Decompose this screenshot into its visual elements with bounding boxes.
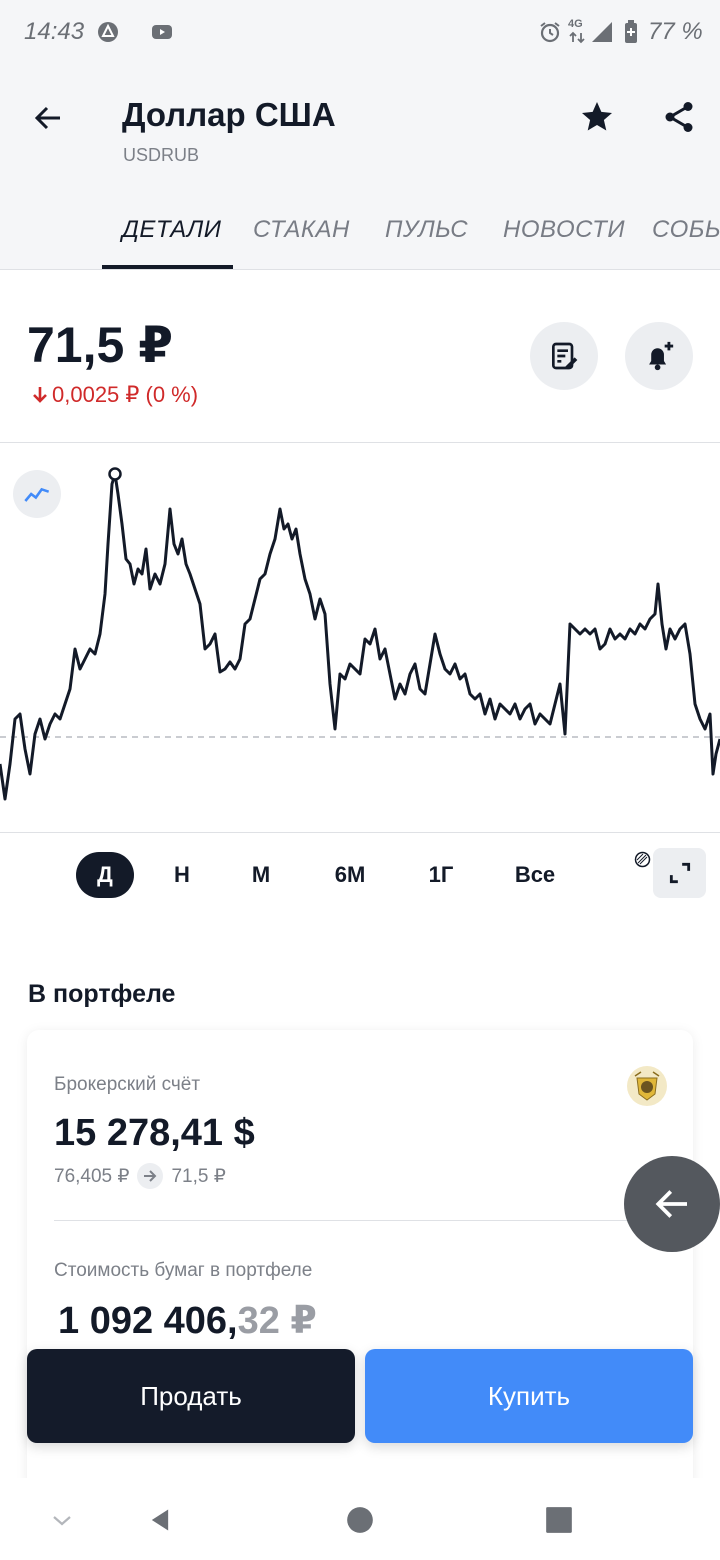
nav-home-button[interactable]: [338, 1498, 382, 1542]
bank-logo-icon: [627, 1066, 667, 1106]
page-title: Доллар США: [122, 96, 336, 133]
back-button[interactable]: [22, 92, 74, 144]
period-6m[interactable]: 6М: [322, 852, 378, 898]
share-button[interactable]: [652, 90, 706, 144]
nav-recents-button[interactable]: [537, 1498, 581, 1542]
chart-divider: [0, 832, 720, 833]
tab-bar: ДЕТАЛИ СТАКАН ПУЛЬС НОВОСТИ СОБЫ: [0, 208, 720, 270]
period-day[interactable]: Д: [76, 852, 134, 898]
arrow-down-icon: [33, 387, 47, 403]
system-nav-bar: [0, 1478, 720, 1560]
circle-home-icon: [347, 1507, 373, 1533]
securities-value-fraction: 32 ₽: [237, 1300, 317, 1342]
tab-pulse[interactable]: ПУЛЬС: [385, 216, 468, 244]
portfolio-section-title: В портфеле: [28, 980, 176, 1008]
arrow-left-icon: [655, 1190, 687, 1218]
securities-label: Стоимость бумаг в портфеле: [54, 1260, 313, 1281]
chevron-down-icon: [53, 1516, 71, 1526]
buy-button[interactable]: Купить: [365, 1349, 693, 1443]
tab-details[interactable]: ДЕТАЛИ: [122, 216, 221, 244]
price-chart[interactable]: [0, 444, 720, 832]
favorite-button[interactable]: [570, 90, 624, 144]
signal-icon: [590, 20, 614, 44]
tab-events[interactable]: СОБЫ: [652, 216, 720, 244]
line-chart-icon: [24, 487, 50, 502]
autofill-icon: [96, 20, 120, 44]
period-month[interactable]: М: [238, 852, 284, 898]
rate-from: 76,405 ₽: [54, 1165, 130, 1187]
note-button[interactable]: [530, 322, 598, 390]
square-recents-icon: [546, 1507, 572, 1533]
bell-plus-icon: [649, 341, 674, 371]
current-price: 71,5 ₽: [27, 317, 173, 373]
period-week[interactable]: Н: [160, 852, 204, 898]
tab-news[interactable]: НОВОСТИ: [503, 216, 625, 244]
app-header: Доллар США USDRUB ДЕТАЛИ СТАКАН ПУЛЬС НО…: [0, 68, 720, 270]
securities-value: 1 092 406,32 ₽: [58, 1298, 317, 1343]
network-4g-icon: 4G: [566, 18, 588, 44]
note-edit-icon: [552, 342, 578, 370]
account-label: Брокерский счёт: [54, 1074, 201, 1095]
share-icon: [665, 102, 693, 132]
active-tab-indicator: [102, 265, 233, 269]
status-time: 14:43: [24, 18, 85, 45]
battery-percent: 77 %: [648, 18, 703, 45]
youtube-icon: [150, 20, 174, 44]
high-marker: [108, 467, 122, 481]
card-divider: [54, 1220, 666, 1221]
account-value: 15 278,41 $: [54, 1112, 255, 1154]
nav-back-button[interactable]: [138, 1498, 182, 1542]
star-icon: [582, 102, 612, 131]
status-bar: 14:43 4G 77 %: [0, 0, 720, 68]
fullscreen-button[interactable]: [653, 848, 706, 898]
sell-button[interactable]: Продать: [27, 1349, 355, 1443]
expand-icon: [669, 862, 690, 884]
floating-back-button[interactable]: [624, 1156, 720, 1252]
touch-indicator: [634, 851, 651, 868]
battery-icon: [622, 20, 640, 44]
period-1y[interactable]: 1Г: [416, 852, 466, 898]
nav-hide-keyboard-button[interactable]: [40, 1498, 84, 1542]
ticker-label: USDRUB: [123, 145, 200, 165]
arrow-right-icon: [137, 1163, 164, 1189]
price-change: 0,0025 ₽ (0 %): [32, 382, 198, 408]
price-line: [0, 472, 720, 801]
period-all[interactable]: Все: [506, 852, 564, 898]
alarm-icon: [538, 20, 562, 44]
triangle-back-icon: [151, 1509, 169, 1531]
securities-value-main: 1 092 406,: [58, 1300, 238, 1342]
quote-divider: [0, 442, 720, 443]
price-alert-button[interactable]: [625, 322, 693, 390]
tab-order-book[interactable]: СТАКАН: [253, 216, 350, 244]
rate-change: 76,405 ₽ 71,5 ₽: [54, 1163, 226, 1189]
price-change-value: 0,0025 ₽ (0 %): [52, 382, 199, 407]
chart-type-button[interactable]: [13, 470, 61, 518]
rate-to: 71,5 ₽: [171, 1165, 226, 1187]
arrow-left-icon: [34, 106, 60, 130]
